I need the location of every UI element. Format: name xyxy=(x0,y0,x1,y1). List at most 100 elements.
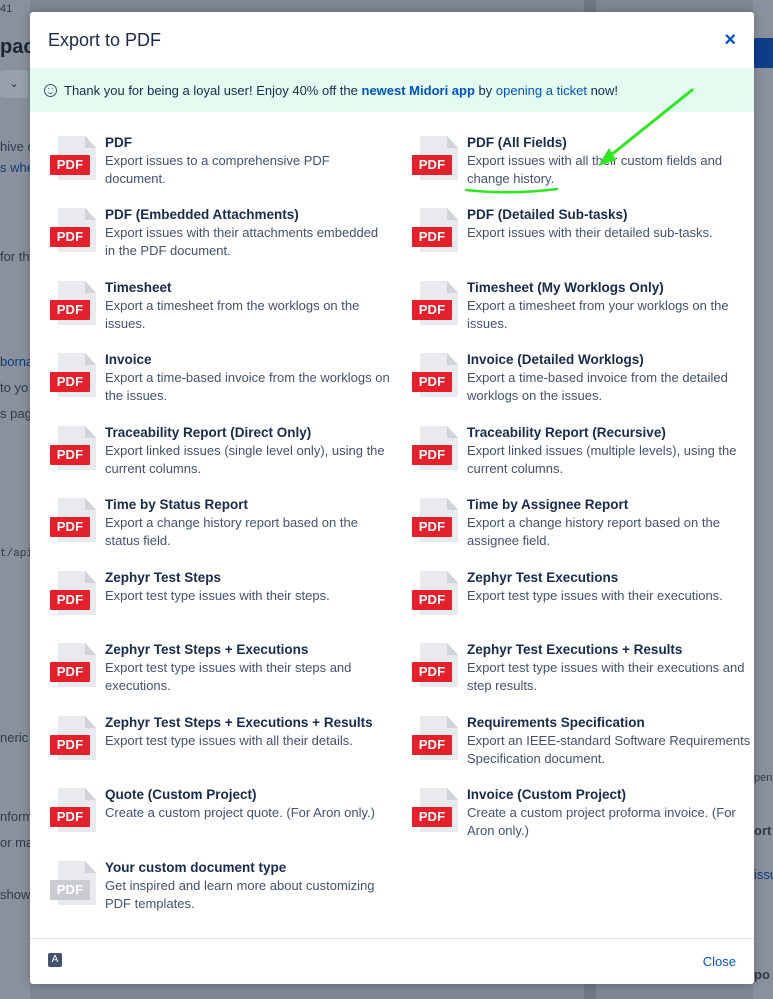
export-option-title: Time by Status Report xyxy=(105,497,249,512)
export-to-pdf-dialog: Export to PDF × Thank you for being a lo… xyxy=(30,12,754,984)
export-option-description: Export a timesheet from the worklogs on … xyxy=(105,298,360,331)
export-option-description: Export issues with all their custom fiel… xyxy=(467,153,723,186)
export-option-description: Export linked issues (multiple levels), … xyxy=(467,443,737,476)
export-option-traceability-direct[interactable]: PDF Traceability Report (Direct Only) Exp… xyxy=(50,424,390,478)
export-option-description: Export test type issues with their steps… xyxy=(105,588,330,603)
export-option-pdf-all-fields[interactable]: PDF PDF (All Fields) Export issues with a… xyxy=(412,134,752,188)
close-icon[interactable]: × xyxy=(724,30,736,50)
export-option-pdf-detailed-subtasks[interactable]: PDF PDF (Detailed Sub-tasks) Export issue… xyxy=(412,206,752,252)
export-option-title: Zephyr Test Steps + Executions xyxy=(105,642,309,657)
export-option-description: Export test type issues with their steps… xyxy=(105,660,352,693)
export-option-title: Zephyr Test Executions + Results xyxy=(467,642,683,657)
export-option-title: Invoice (Custom Project) xyxy=(467,787,627,802)
pdf-file-icon: PDF xyxy=(412,786,464,832)
promo-banner: Thank you for being a loyal user! Enjoy … xyxy=(30,68,754,112)
export-option-zephyr-executions-results[interactable]: PDF Zephyr Test Executions + Results Expo… xyxy=(412,641,752,695)
export-option-description: Export test type issues with all their d… xyxy=(105,733,353,748)
export-option-timesheet-my-worklogs[interactable]: PDF Timesheet (My Worklogs Only) Export a… xyxy=(412,279,752,333)
export-option-description: Export linked issues (single level only)… xyxy=(105,443,385,476)
export-option-description: Create a custom project proforma invoice… xyxy=(467,805,736,838)
export-option-description: Export a change history report based on … xyxy=(105,515,358,548)
banner-highlight-link[interactable]: newest Midori app xyxy=(362,83,475,98)
export-option-zephyr-steps-executions[interactable]: PDF Zephyr Test Steps + Executions Export… xyxy=(50,641,390,695)
export-option-time-by-status[interactable]: PDF Time by Status Report Export a change… xyxy=(50,496,390,550)
pdf-file-icon: PDF xyxy=(412,641,464,687)
background-primary-button xyxy=(753,38,773,68)
background-link: s whe xyxy=(0,160,34,175)
export-option-description: Create a custom project quote. (For Aron… xyxy=(105,805,375,820)
pdf-file-icon: PDF xyxy=(50,714,102,760)
export-option-description: Export a time-based invoice from the wor… xyxy=(105,370,390,403)
export-option-custom-document-type[interactable]: PDF Your custom document type Get inspire… xyxy=(50,859,390,913)
dialog-header: Export to PDF × xyxy=(30,12,754,68)
export-option-description: Export test type issues with their execu… xyxy=(467,588,723,603)
export-option-pdf-embedded-attachments[interactable]: PDF PDF (Embedded Attachments) Export iss… xyxy=(50,206,390,260)
export-option-description: Export issues to a comprehensive PDF doc… xyxy=(105,153,330,186)
background-code: t/api xyxy=(0,548,34,560)
background-chevron-down-icon: ⌄ xyxy=(0,70,28,98)
pdf-file-icon: PDF xyxy=(50,641,102,687)
pdf-file-icon: PDF xyxy=(50,134,102,180)
export-option-title: Traceability Report (Direct Only) xyxy=(105,425,312,440)
export-option-title: Zephyr Test Executions xyxy=(467,570,619,585)
export-option-title: Traceability Report (Recursive) xyxy=(467,425,666,440)
export-option-time-by-assignee[interactable]: PDF Time by Assignee Report Export a chan… xyxy=(412,496,752,550)
export-option-invoice-custom-project[interactable]: PDF Invoice (Custom Project) Create a cus… xyxy=(412,786,752,840)
export-option-title: Timesheet xyxy=(105,280,172,295)
background-link: borna xyxy=(0,354,34,369)
open-ticket-link[interactable]: opening a ticket xyxy=(496,83,587,98)
pdf-file-icon: PDF xyxy=(50,786,102,832)
export-option-title: Invoice xyxy=(105,352,152,367)
export-option-title: Timesheet (My Worklogs Only) xyxy=(467,280,664,295)
pdf-file-icon: PDF xyxy=(50,496,102,542)
pdf-file-icon: PDF xyxy=(412,351,464,397)
export-option-title: Zephyr Test Steps xyxy=(105,570,222,585)
background-text: nform xyxy=(0,809,34,824)
export-option-invoice[interactable]: PDF Invoice Export a time-based invoice f… xyxy=(50,351,390,405)
export-option-title: Time by Assignee Report xyxy=(467,497,629,512)
export-option-zephyr-test-executions[interactable]: PDF Zephyr Test Executions Export test ty… xyxy=(412,569,752,615)
acrobat-icon: A xyxy=(48,953,62,967)
export-option-title: PDF (All Fields) xyxy=(467,135,567,150)
pdf-file-icon: PDF xyxy=(412,424,464,470)
export-option-requirements-specification[interactable]: PDF Requirements Specification Export an … xyxy=(412,714,752,768)
pdf-file-icon: PDF xyxy=(412,279,464,325)
smile-icon xyxy=(44,83,57,97)
background-text: 41 xyxy=(0,3,13,15)
background-text: hive c xyxy=(0,139,34,154)
background-right-panel xyxy=(753,0,773,999)
background-text: po xyxy=(754,967,770,982)
export-option-description: Export issues with their attachments emb… xyxy=(105,225,379,258)
pdf-file-icon: PDF xyxy=(50,351,102,397)
export-option-traceability-recursive[interactable]: PDF Traceability Report (Recursive) Expor… xyxy=(412,424,752,478)
export-option-description: Export a time-based invoice from the det… xyxy=(467,370,728,403)
export-option-description: Export a change history report based on … xyxy=(467,515,720,548)
export-option-pdf[interactable]: PDF PDF Export issues to a comprehensive … xyxy=(50,134,390,188)
close-button[interactable]: Close xyxy=(703,954,736,969)
export-option-title: PDF xyxy=(105,135,132,150)
export-option-timesheet[interactable]: PDF Timesheet Export a timesheet from the… xyxy=(50,279,390,333)
background-text: pen xyxy=(754,772,773,784)
export-option-title: PDF (Embedded Attachments) xyxy=(105,207,299,222)
export-option-title: Requirements Specification xyxy=(467,715,645,730)
dialog-footer: A Close xyxy=(30,938,754,984)
export-option-zephyr-steps-executions-results[interactable]: PDF Zephyr Test Steps + Executions + Res… xyxy=(50,714,390,760)
pdf-file-icon: PDF xyxy=(412,496,464,542)
export-option-invoice-detailed-worklogs[interactable]: PDF Invoice (Detailed Worklogs) Export a … xyxy=(412,351,752,405)
export-option-title: Invoice (Detailed Worklogs) xyxy=(467,352,644,367)
banner-text: Thank you for being a loyal user! Enjoy … xyxy=(64,82,362,98)
export-option-zephyr-test-steps[interactable]: PDF Zephyr Test Steps Export test type is… xyxy=(50,569,390,615)
export-option-quote-custom-project[interactable]: PDF Quote (Custom Project) Create a custo… xyxy=(50,786,390,832)
pdf-file-icon: PDF xyxy=(50,279,102,325)
pdf-file-icon: PDF xyxy=(412,134,464,180)
background-text: or ma xyxy=(0,835,34,850)
dialog-title: Export to PDF xyxy=(48,29,162,50)
export-option-title: Zephyr Test Steps + Executions + Results xyxy=(105,715,373,730)
background-text: for th xyxy=(0,249,30,264)
export-option-description: Export test type issues with their execu… xyxy=(467,660,745,693)
banner-text: by xyxy=(474,82,496,98)
export-option-description: Export issues with their detailed sub-ta… xyxy=(467,225,713,240)
background-text: neric xyxy=(0,730,29,745)
export-option-title: PDF (Detailed Sub-tasks) xyxy=(467,207,628,222)
export-option-title: Your custom document type xyxy=(105,860,287,875)
